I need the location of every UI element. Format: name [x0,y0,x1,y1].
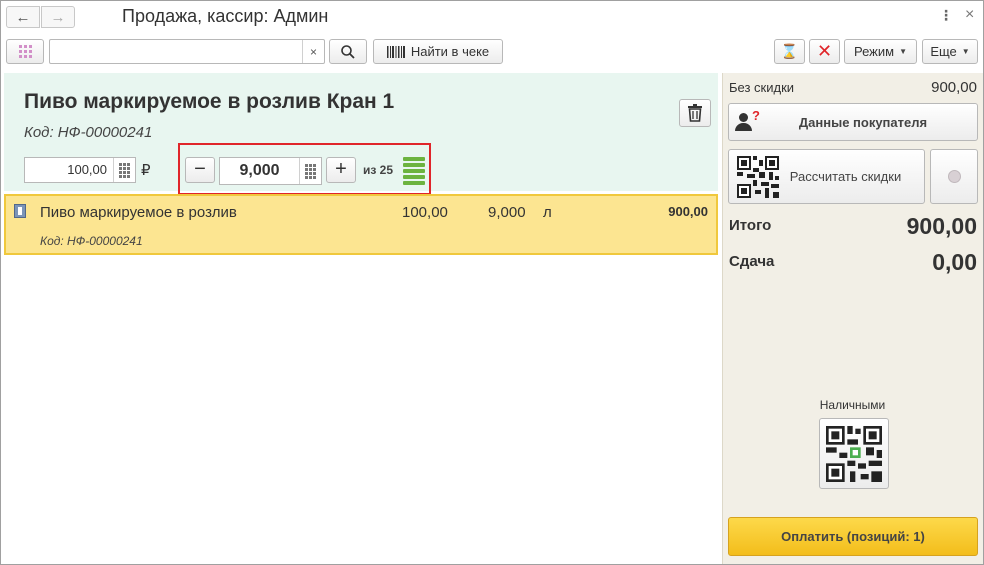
calc-discounts-button[interactable]: Рассчитать скидки [728,149,925,204]
barcode-icon [386,45,405,58]
plus-icon: + [335,158,347,180]
search-button[interactable] [329,39,367,64]
no-discount-value: 900,00 [931,79,977,96]
row-quantity: 9,000 [488,204,526,221]
summary-panel: Без скидки 900,00 ? Данные покупателя Ра… [722,73,983,564]
calculator-button[interactable] [299,158,321,184]
keypad-icon [305,163,316,179]
stock-level-indicator [403,157,425,185]
trash-icon [688,104,702,122]
round-icon [947,170,961,183]
total-value: 900,00 [906,213,977,239]
forward-button[interactable]: → [41,6,75,28]
more-label: Еще [930,44,957,59]
change-label: Сдача [729,253,775,270]
quantity-input[interactable]: 9,000 [219,157,322,185]
cancel-button[interactable]: ✕ [809,39,840,64]
calculator-button[interactable] [113,158,135,182]
row-name: Пиво маркируемое в розлив [40,204,237,221]
price-value: 100,00 [67,162,107,177]
qr-code-icon [826,425,882,482]
clear-icon[interactable]: × [302,40,324,63]
keypad-icon [119,162,130,178]
window-title: Продажа, кассир: Админ [122,6,329,26]
quantity-stepper: − 9,000 + из 25 [178,143,431,195]
more-vert-icon[interactable]: ⋮ [939,7,953,24]
title-bar: ← → Продажа, кассир: Админ ⋮ × [1,1,983,33]
marking-icon [14,204,26,218]
table-row[interactable]: Пиво маркируемое в розлив Код: НФ-000002… [4,194,718,255]
calc-discounts-label: Рассчитать скидки [789,168,902,184]
cash-label: Наличными [819,398,886,412]
buyer-data-button[interactable]: ? Данные покупателя [728,103,978,141]
row-sum: 900,00 [668,204,708,219]
decrease-button[interactable]: − [185,157,215,183]
chevron-down-icon: ▼ [899,47,907,56]
hourglass-icon: ⌛ [780,43,799,59]
change-value: 0,00 [932,249,977,275]
grid-icon [18,45,32,58]
row-code: Код: НФ-00000241 [40,234,143,248]
arrow-left-icon: ← [15,8,31,26]
rounding-button[interactable] [930,149,978,204]
total-label: Итого [729,217,772,234]
chevron-down-icon: ▼ [961,47,970,56]
cashier-window: ← → Продажа, кассир: Админ ⋮ × × Найти в… [0,0,984,565]
minus-icon: − [194,158,206,180]
current-product-panel: Пиво маркируемое в розлив Кран 1 Код: НФ… [4,73,718,195]
delete-button[interactable] [679,99,711,127]
quantity-value: 9,000 [239,162,280,179]
find-in-receipt-label: Найти в чеке [410,44,490,59]
arrow-right-icon: → [50,8,66,26]
mode-label: Режим [853,44,895,59]
qr-code-icon [737,155,779,198]
buyer-data-label: Данные покупателя [798,114,928,130]
mode-menu-button[interactable]: Режим ▼ [844,39,917,64]
toolbar: × Найти в чеке ⌛ ✕ Режим ▼ Еще ▼ [1,33,983,69]
red-cross-icon: ✕ [816,41,833,61]
wait-button[interactable]: ⌛ [774,39,805,64]
currency-sign: ₽ [141,162,151,179]
no-discount-label: Без скидки [729,80,795,95]
back-button[interactable]: ← [6,6,40,28]
search-icon [341,44,355,59]
row-unit: л [543,204,552,221]
find-in-receipt-button[interactable]: Найти в чеке [373,39,503,64]
row-price: 100,00 [402,204,448,221]
person-question-icon: ? [729,104,769,140]
product-title: Пиво маркируемое в розлив Кран 1 [24,90,395,113]
catalog-button[interactable] [6,39,44,64]
price-input[interactable]: 100,00 [24,157,136,183]
close-icon[interactable]: × [965,6,974,24]
increase-button[interactable]: + [326,157,356,183]
more-menu-button[interactable]: Еще ▼ [922,39,978,64]
search-input[interactable]: × [49,39,325,64]
product-code: Код: НФ-00000241 [24,124,153,141]
cash-payment-button[interactable] [819,418,889,489]
pay-button[interactable]: Оплатить (позиций: 1) [728,517,978,556]
stock-of-label: из 25 [363,163,394,177]
